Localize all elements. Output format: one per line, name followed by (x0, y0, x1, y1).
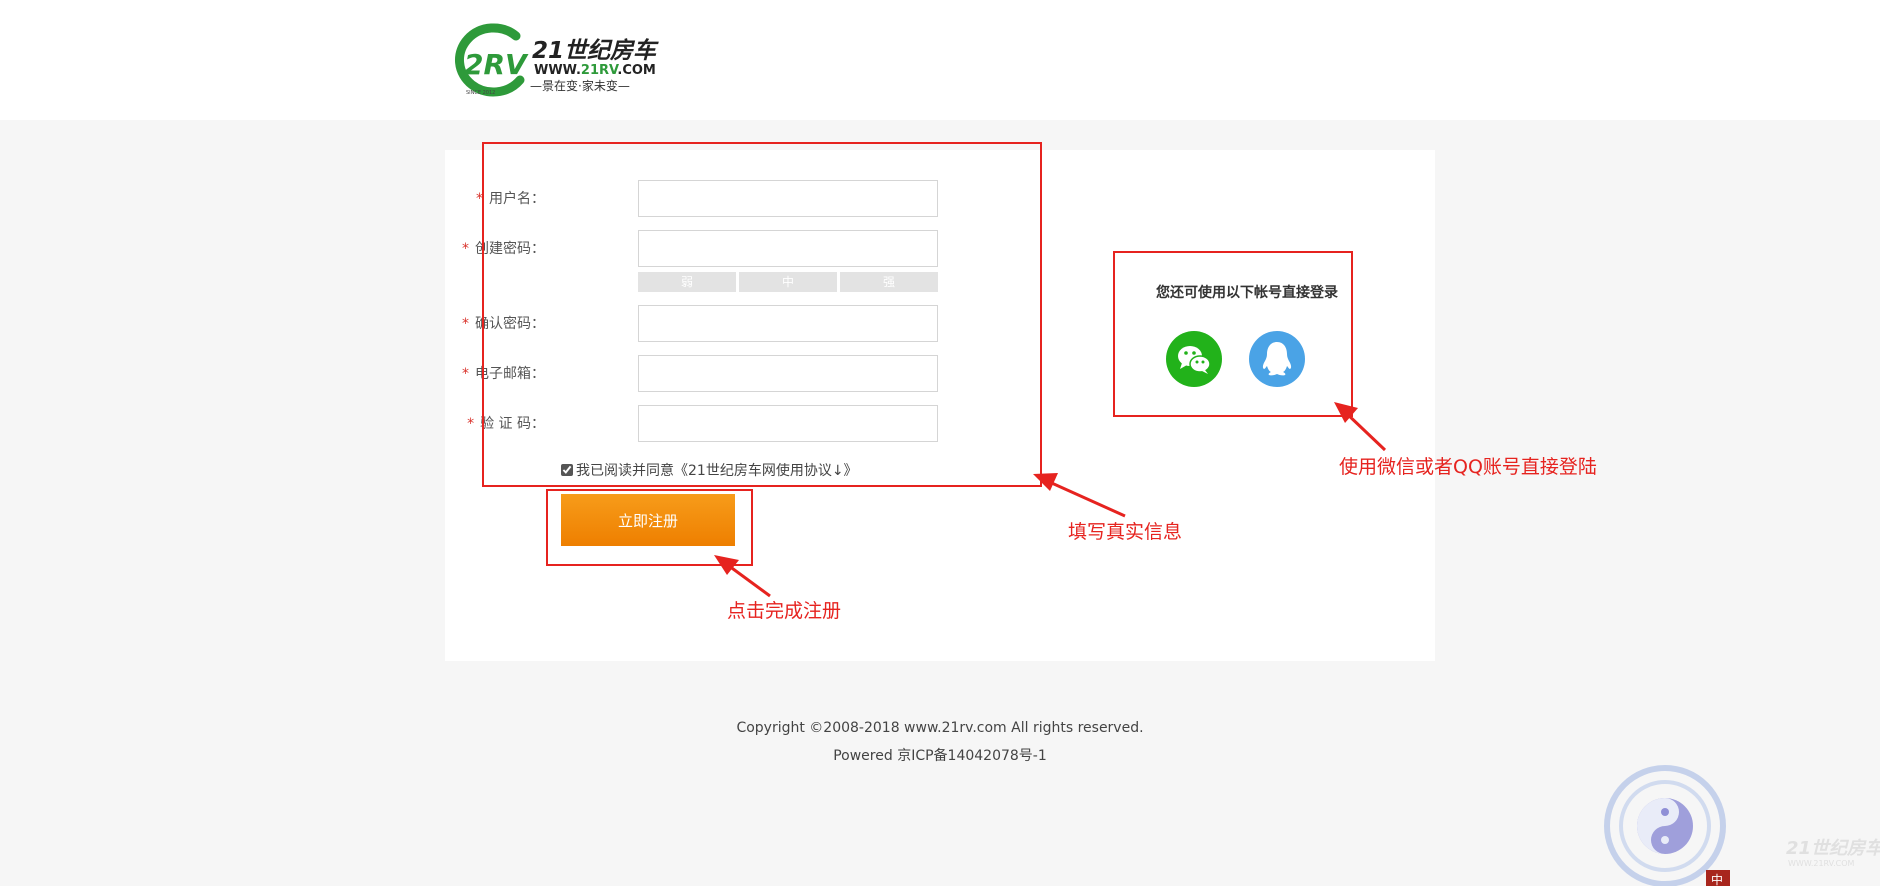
site-logo[interactable]: 2RV SINCE 2012 21世纪房车 WWW.21RV.COM —景在变·… (446, 22, 676, 98)
annotation-submit-note: 点击完成注册 (727, 600, 842, 622)
logo-url-suffix: .COM (617, 63, 655, 78)
logo-mark: 2RV (464, 48, 529, 81)
social-highlight-box (1113, 251, 1353, 417)
logo-since: SINCE 2012 (466, 90, 495, 96)
watermark: 中 21世纪房车 WWW.21RV.COM (1590, 760, 1880, 886)
logo-url-highlight: 21RV (581, 63, 619, 78)
header: 2RV SINCE 2012 21世纪房车 WWW.21RV.COM —景在变·… (0, 0, 1880, 120)
watermark-seal-char: 中 (1711, 872, 1723, 886)
required-mark: * (462, 316, 469, 332)
svg-text:WWW.21RV.COM: WWW.21RV.COM (534, 63, 656, 78)
footer-copyright: Copyright ©2008-2018 www.21rv.com All ri… (736, 720, 1144, 736)
annotation-social-note: 使用微信或者QQ账号直接登陆 (1339, 456, 1597, 478)
page: 2RV SINCE 2012 21世纪房车 WWW.21RV.COM —景在变·… (0, 0, 1880, 886)
annotation-form-note: 填写真实信息 (1068, 521, 1183, 543)
required-mark: * (462, 241, 469, 257)
form-highlight-box (482, 142, 1042, 487)
logo-brand: 21世纪房车 (532, 38, 659, 64)
yin-yang-watermark-icon: 中 21世纪房车 WWW.21RV.COM (1604, 765, 1880, 886)
watermark-url: WWW.21RV.COM (1788, 859, 1855, 868)
required-mark: * (462, 366, 469, 382)
watermark-brand: 21世纪房车 (1786, 838, 1880, 859)
required-mark: * (467, 416, 475, 432)
logo-graphic: 2RV SINCE 2012 21世纪房车 WWW.21RV.COM —景在变·… (455, 23, 659, 97)
submit-highlight-box (546, 489, 753, 566)
logo-slogan: —景在变·家未变— (530, 78, 630, 93)
logo-url-prefix: WWW. (534, 63, 581, 78)
